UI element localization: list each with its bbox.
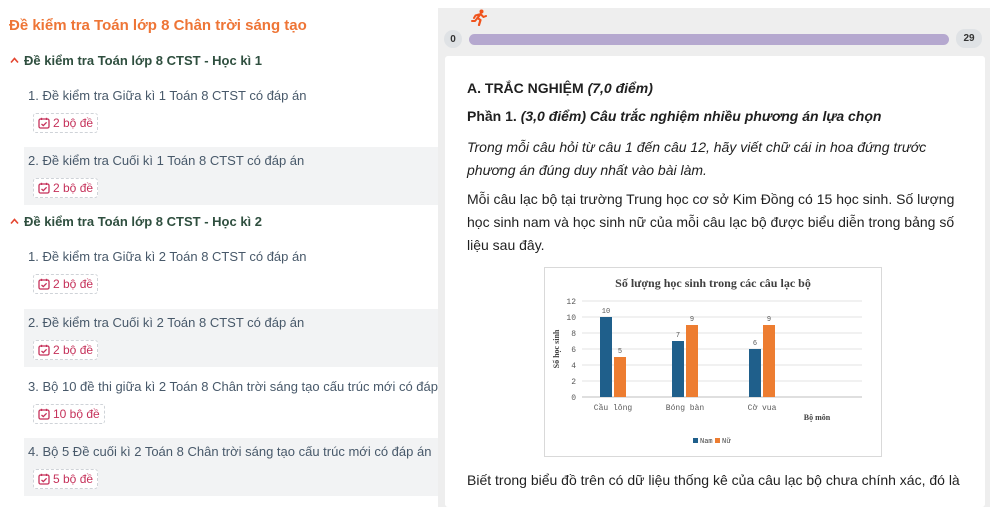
bar-nam bbox=[600, 317, 612, 397]
progress-start-count: 0 bbox=[444, 30, 462, 48]
calendar-check-icon bbox=[38, 473, 50, 485]
list-item-label[interactable]: 1. Đề kiểm tra Giữa kì 2 Toán 8 CTST có … bbox=[28, 249, 306, 264]
list-item-label[interactable]: 3. Bộ 10 đề thi giữa kì 2 Toán 8 Chân tr… bbox=[28, 379, 440, 394]
y-tick-label: 2 bbox=[571, 378, 576, 387]
x-tick-label: Bóng bàn bbox=[666, 404, 705, 413]
list-item[interactable]: 4. Bộ 5 Đề cuối kì 2 Toán 8 Chân trời sá… bbox=[24, 438, 438, 496]
question-text-line: Biết trong biểu đồ trên có dữ liệu thống… bbox=[467, 472, 960, 488]
badge-text: 5 bộ đề bbox=[53, 472, 94, 486]
bar-nữ bbox=[686, 325, 698, 397]
legend-swatch bbox=[693, 438, 698, 443]
count-badge[interactable]: 10 bộ đề bbox=[33, 404, 105, 424]
data-label: 9 bbox=[767, 316, 771, 324]
badge-text: 2 bộ đề bbox=[53, 116, 94, 130]
count-badge[interactable]: 2 bộ đề bbox=[33, 274, 99, 294]
section-heading-hk2[interactable]: Đề kiểm tra Toán lớp 8 CTST - Học kì 2 bbox=[10, 214, 262, 229]
calendar-check-icon bbox=[38, 117, 50, 129]
bar-nữ bbox=[763, 325, 775, 397]
badge-text: 2 bộ đề bbox=[53, 277, 94, 291]
part-title: Phần 1. (3,0 điểm) Câu trắc nghiệm nhiều… bbox=[467, 105, 881, 128]
bar-chart-svg: Số lượng học sinh trong các câu lạc bộ 0 2… bbox=[552, 276, 862, 446]
data-label: 6 bbox=[753, 340, 757, 348]
list-item[interactable]: 2. Đề kiểm tra Cuối kì 1 Toán 8 CTST có … bbox=[24, 147, 438, 205]
badge-text: 2 bộ đề bbox=[53, 181, 94, 195]
y-tick-label: 4 bbox=[571, 362, 576, 371]
question-text-line: học sinh nam và học sinh nữ của mỗi câu … bbox=[467, 214, 955, 230]
calendar-check-icon bbox=[38, 278, 50, 290]
section-title: A. TRẮC NGHIỆM (7,0 điểm) bbox=[467, 77, 653, 100]
section-heading-label: Đề kiểm tra Toán lớp 8 CTST - Học kì 2 bbox=[24, 214, 262, 229]
list-item[interactable]: 1. Đề kiểm tra Giữa kì 1 Toán 8 CTST có … bbox=[24, 82, 438, 140]
y-tick-label: 8 bbox=[571, 330, 576, 339]
count-badge[interactable]: 2 bộ đề bbox=[33, 113, 99, 133]
y-tick-label: 0 bbox=[571, 394, 576, 403]
list-item-label[interactable]: 2. Đề kiểm tra Cuối kì 2 Toán 8 CTST có … bbox=[28, 315, 304, 330]
list-item[interactable]: 2. Đề kiểm tra Cuối kì 2 Toán 8 CTST có … bbox=[24, 309, 438, 367]
chevron-up-icon[interactable] bbox=[10, 55, 19, 67]
legend-swatch bbox=[715, 438, 720, 443]
app-root: Đề kiểm tra Toán lớp 8 Chân trời sáng tạ… bbox=[0, 0, 997, 507]
legend-entry: Nữ bbox=[722, 438, 731, 446]
x-tick-label: Cầu lông bbox=[594, 403, 633, 413]
x-axis-label: Bộ môn bbox=[804, 413, 831, 422]
badge-text: 10 bộ đề bbox=[53, 407, 100, 421]
list-item-label[interactable]: 4. Bộ 5 Đề cuối kì 2 Toán 8 Chân trời sá… bbox=[28, 444, 431, 459]
calendar-check-icon bbox=[38, 344, 50, 356]
running-person-icon bbox=[471, 9, 487, 26]
y-axis-label: Số học sinh bbox=[552, 329, 561, 368]
bar-nam bbox=[749, 349, 761, 397]
data-label: 10 bbox=[602, 308, 610, 316]
list-item[interactable]: 3. Bộ 10 đề thi giữa kì 2 Toán 8 Chân tr… bbox=[24, 373, 440, 431]
section-title-text: A. TRẮC NGHIỆM bbox=[467, 80, 584, 96]
count-badge[interactable]: 2 bộ đề bbox=[33, 178, 99, 198]
count-badge[interactable]: 5 bộ đề bbox=[33, 469, 99, 489]
x-tick-label: Cờ vua bbox=[748, 404, 777, 413]
data-label: 7 bbox=[676, 332, 680, 340]
y-tick-label: 6 bbox=[571, 346, 576, 355]
instruction-line: Trong mỗi câu hỏi từ câu 1 đến câu 12, h… bbox=[467, 139, 927, 155]
y-tick-label: 12 bbox=[566, 298, 576, 307]
data-label: 9 bbox=[690, 316, 694, 324]
legend-entry: Nam bbox=[700, 438, 713, 446]
bar-nam bbox=[672, 341, 684, 397]
sidebar: Đề kiểm tra Toán lớp 8 Chân trời sáng tạ… bbox=[0, 0, 440, 507]
list-item-label[interactable]: 1. Đề kiểm tra Giữa kì 1 Toán 8 CTST có … bbox=[28, 88, 306, 103]
question-text-line: Mỗi câu lạc bộ tại trường Trung học cơ s… bbox=[467, 191, 955, 207]
quiz-panel: 0 29 A. TRẮC NGHIỆM (7,0 điểm) Phần 1. (… bbox=[438, 8, 990, 507]
part-description: (3,0 điểm) Câu trắc nghiệm nhiều phương … bbox=[520, 108, 882, 124]
list-item-label[interactable]: 2. Đề kiểm tra Cuối kì 1 Toán 8 CTST có … bbox=[28, 153, 304, 168]
section-heading-label: Đề kiểm tra Toán lớp 8 CTST - Học kì 1 bbox=[24, 53, 262, 68]
chevron-up-icon[interactable] bbox=[10, 216, 19, 228]
section-heading-hk1[interactable]: Đề kiểm tra Toán lớp 8 CTST - Học kì 1 bbox=[10, 53, 262, 68]
progress-bar bbox=[469, 34, 949, 45]
badge-text: 2 bộ đề bbox=[53, 343, 94, 357]
chart-title: Số lượng học sinh trong các câu lạc bộ bbox=[615, 276, 811, 290]
data-label: 5 bbox=[618, 348, 622, 356]
list-item[interactable]: 1. Đề kiểm tra Giữa kì 2 Toán 8 CTST có … bbox=[24, 243, 438, 301]
sidebar-title[interactable]: Đề kiểm tra Toán lớp 8 Chân trời sáng tạ… bbox=[9, 17, 307, 34]
progress-total-count: 29 bbox=[956, 29, 982, 48]
count-badge[interactable]: 2 bộ đề bbox=[33, 340, 99, 360]
calendar-check-icon bbox=[38, 182, 50, 194]
question-content: A. TRẮC NGHIỆM (7,0 điểm) Phần 1. (3,0 đ… bbox=[445, 56, 985, 507]
bar-chart: Số lượng học sinh trong các câu lạc bộ 0 2… bbox=[544, 267, 882, 457]
instruction-line: phương án đúng duy nhất vào bài làm. bbox=[467, 162, 707, 178]
bar-nữ bbox=[614, 357, 626, 397]
part-label: Phần 1. bbox=[467, 108, 517, 124]
question-text-line: liệu sau đây. bbox=[467, 237, 545, 253]
y-tick-label: 10 bbox=[566, 314, 576, 323]
calendar-check-icon bbox=[38, 408, 50, 420]
section-title-points: (7,0 điểm) bbox=[587, 80, 653, 96]
